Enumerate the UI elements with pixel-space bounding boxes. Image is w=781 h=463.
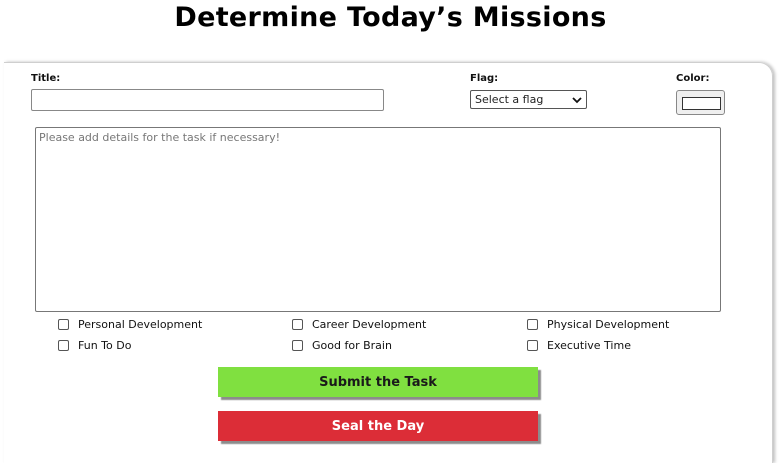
checkbox-physical-development[interactable]: Physical Development <box>527 318 669 331</box>
checkbox-label: Personal Development <box>78 318 203 331</box>
checkbox-label: Fun To Do <box>78 339 132 352</box>
checkbox-label: Career Development <box>312 318 427 331</box>
checkbox-box[interactable] <box>292 319 303 330</box>
checkbox-box[interactable] <box>527 340 538 351</box>
checkbox-career-development[interactable]: Career Development <box>292 318 426 331</box>
color-label: Color: <box>676 73 710 84</box>
checkbox-label: Physical Development <box>547 318 670 331</box>
details-placeholder: Please add details for the task if neces… <box>39 131 280 144</box>
flag-label: Flag: <box>470 73 499 84</box>
flag-select-value: Select a flag <box>475 93 544 106</box>
checkbox-fun-to-do[interactable]: Fun To Do <box>58 339 131 352</box>
seal-day-button[interactable]: Seal the Day <box>218 411 538 441</box>
checkbox-good-for-brain[interactable]: Good for Brain <box>292 339 392 352</box>
checkbox-box[interactable] <box>58 319 69 330</box>
title-label: Title: <box>31 73 61 84</box>
checkbox-box[interactable] <box>292 340 303 351</box>
page-title: Determine Today’s Missions <box>174 2 607 33</box>
chevron-down-icon <box>572 97 582 104</box>
color-swatch-preview <box>682 97 721 110</box>
checkbox-box[interactable] <box>58 340 69 351</box>
title-input[interactable] <box>31 89 384 111</box>
checkbox-box[interactable] <box>527 319 538 330</box>
checkbox-executive-time[interactable]: Executive Time <box>527 339 631 352</box>
details-textarea[interactable]: Please add details for the task if neces… <box>35 127 721 312</box>
checkbox-label: Executive Time <box>547 339 631 352</box>
color-picker[interactable] <box>676 90 725 115</box>
checkbox-personal-development[interactable]: Personal Development <box>58 318 202 331</box>
checkbox-label: Good for Brain <box>312 339 392 352</box>
flag-select[interactable]: Select a flag <box>470 90 587 109</box>
submit-task-button[interactable]: Submit the Task <box>218 367 538 397</box>
